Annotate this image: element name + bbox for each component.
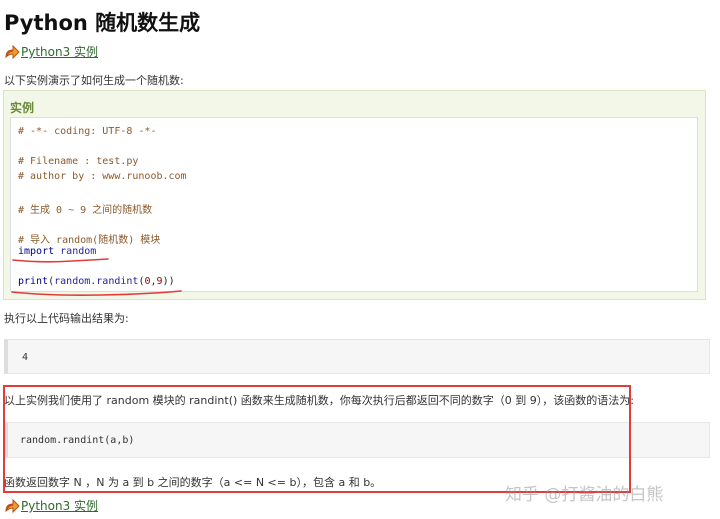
code-line-import: import random (18, 246, 96, 257)
output-intro-text: 执行以上代码输出结果为: (4, 312, 129, 325)
description-text: 以上实例我们使用了 random 模块的 randint() 函数来生成随机数，… (4, 394, 634, 407)
return-description: 函数返回数字 N ，N 为 a 到 b 之间的数字（a <= N <= b），包… (4, 476, 382, 489)
example-label: 实例 (10, 101, 35, 115)
code-line-author: # author by : www.runoob.com (18, 171, 187, 182)
code-line-comment-range: # 生成 0 ~ 9 之间的随机数 (18, 205, 153, 216)
example-link-label: Python3 实例 (21, 45, 99, 59)
example-box: 实例 # -*- coding: UTF-8 -*- # Filename : … (3, 90, 706, 300)
code-line-comment-import: # 导入 random(随机数) 模块 (18, 235, 161, 246)
print-function: print (18, 276, 49, 287)
syntax-block: random.randint(a,b) (4, 422, 710, 458)
code-block: # -*- coding: UTF-8 -*- # Filename : tes… (10, 117, 698, 292)
randint-call: random.randint (54, 276, 139, 287)
code-line-filename: # Filename : test.py (18, 156, 139, 167)
example-link-bottom[interactable]: Python3 实例 (4, 497, 98, 514)
page: Python 随机数生成 Python3 实例 以下实例演示了如何生成一个随机数… (0, 0, 720, 519)
import-keyword: import (18, 246, 55, 257)
example-link-top[interactable]: Python3 实例 (4, 43, 98, 60)
page-title: Python 随机数生成 (4, 11, 201, 35)
example-link-label: Python3 实例 (21, 499, 99, 513)
syntax-code: random.randint(a,b) (20, 435, 135, 446)
arrow-right-icon (5, 498, 20, 514)
code-line-coding: # -*- coding: UTF-8 -*- (18, 126, 157, 137)
intro-text: 以下实例演示了如何生成一个随机数: (4, 74, 184, 87)
arrow-right-icon (5, 44, 20, 60)
watermark: 知乎 @打酱油的白熊 (505, 485, 664, 505)
output-value: 4 (22, 352, 29, 363)
print-close-parens: )) (162, 276, 175, 287)
output-block: 4 (4, 339, 710, 374)
code-line-print: print(random.randint(0,9)) (18, 276, 175, 287)
import-module: random (60, 246, 97, 257)
